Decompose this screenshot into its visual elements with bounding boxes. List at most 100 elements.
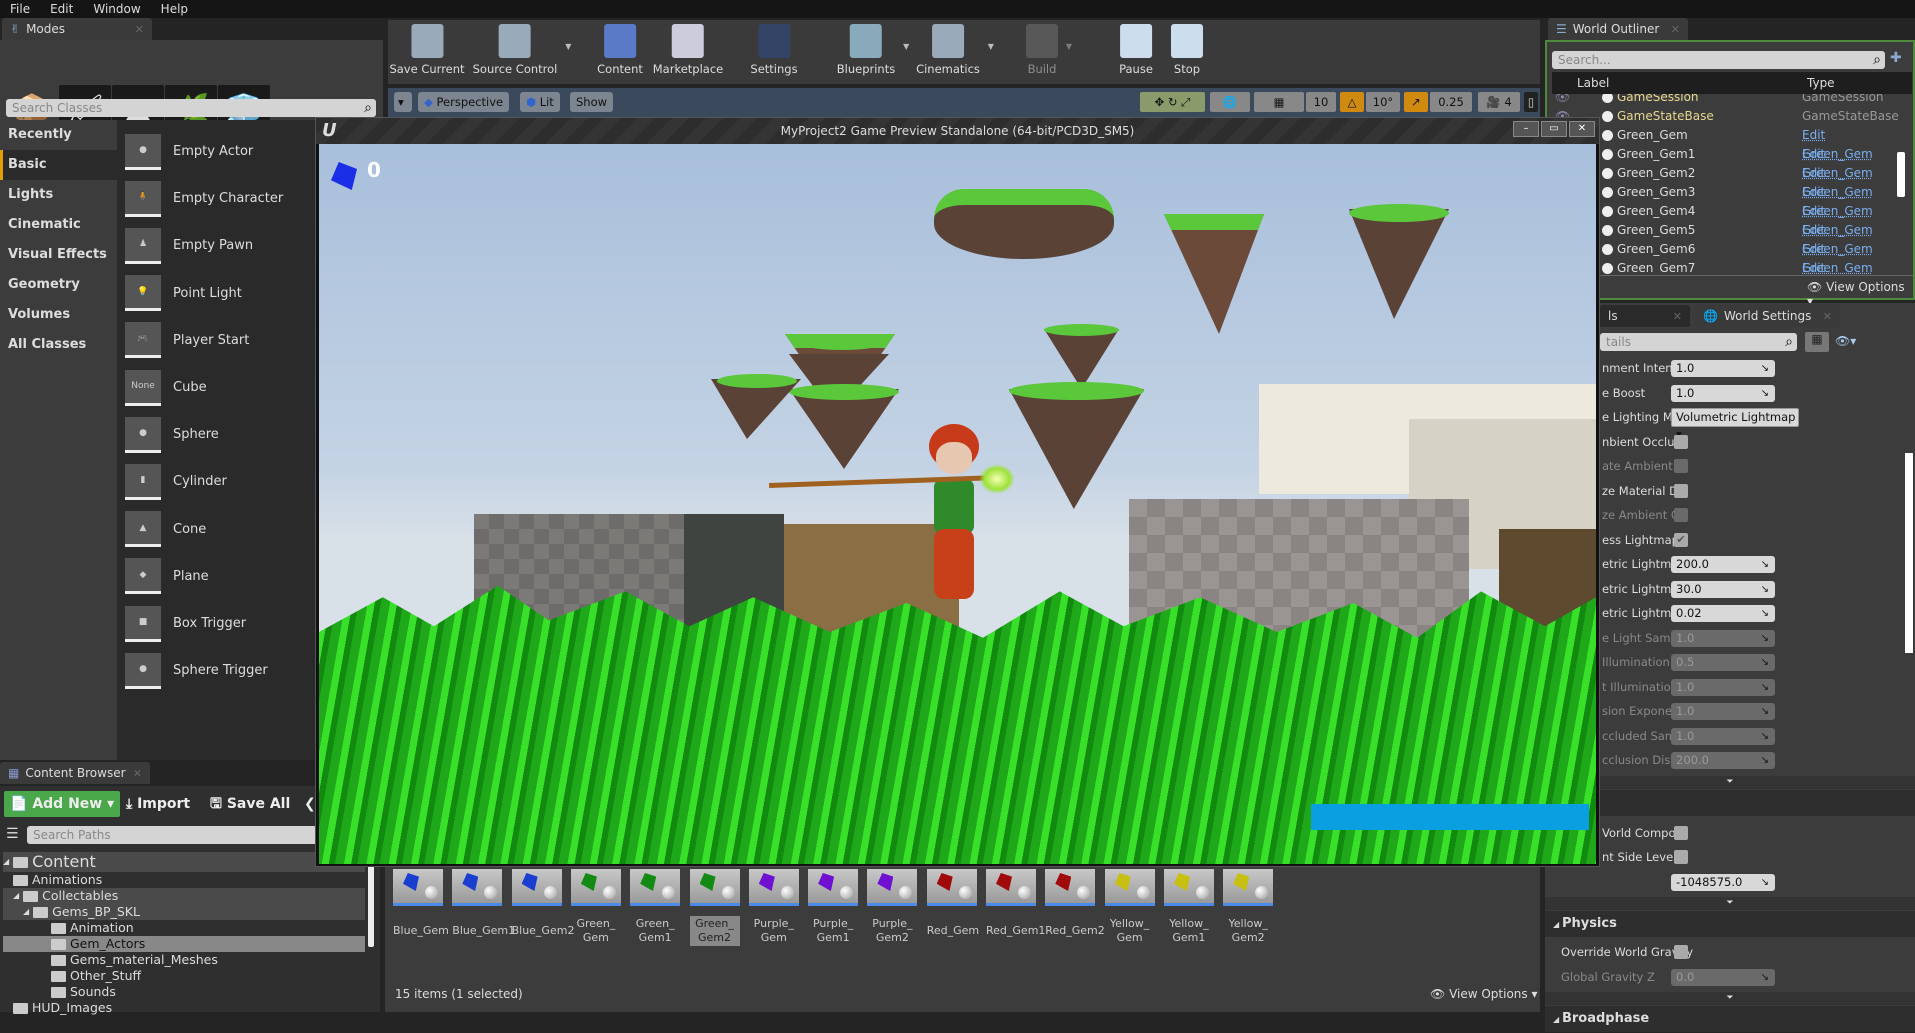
scrollbar[interactable] xyxy=(368,862,374,947)
save-current-button[interactable]: Save Current xyxy=(389,24,465,76)
section-header-broadphase[interactable]: ◢ Broadphase xyxy=(1545,1006,1915,1032)
close-icon[interactable]: ✕ xyxy=(135,23,144,36)
world-local-icon[interactable]: 🌐 xyxy=(1210,92,1250,112)
type-column-header[interactable]: Type xyxy=(1807,76,1835,90)
place-item-cube[interactable]: None Cube xyxy=(125,364,207,411)
folder-animations[interactable]: Animations xyxy=(3,872,365,888)
expand-advanced-icon[interactable]: ⏷ xyxy=(1545,897,1915,910)
folder-collectables[interactable]: ◢ Collectables xyxy=(3,888,365,904)
number-field[interactable]: 1.0 xyxy=(1671,629,1775,647)
tab-details[interactable]: ls ✕ xyxy=(1600,305,1690,327)
window-titlebar[interactable]: U MyProject2 Game Preview Standalone (64… xyxy=(316,118,1599,144)
game-preview-window[interactable]: U MyProject2 Game Preview Standalone (64… xyxy=(315,117,1600,867)
outliner-search-input[interactable]: Search... ⌕ xyxy=(1552,51,1885,69)
folder-sounds[interactable]: Sounds xyxy=(3,984,365,1000)
asset-tile[interactable]: Green_ Gem1 xyxy=(630,869,681,946)
checkbox[interactable] xyxy=(1674,459,1688,473)
dropdown-arrow-icon[interactable]: ▼ xyxy=(988,42,994,51)
asset-tile[interactable]: Yellow_ Gem2 xyxy=(1223,869,1274,946)
place-item-empty-pawn[interactable]: ♟ Empty Pawn xyxy=(125,222,253,269)
source-control-button[interactable]: Source Control ▼ xyxy=(473,24,571,76)
view-options-button[interactable]: 👁 View Options ▾ xyxy=(1430,987,1538,1001)
menu-help[interactable]: Help xyxy=(151,0,198,18)
checkbox[interactable]: ✔ xyxy=(1674,532,1688,547)
viewport-options-dropdown[interactable]: ▾ xyxy=(394,92,412,112)
add-folder-icon[interactable]: ✚ xyxy=(1890,50,1902,66)
rotation-snap-value[interactable]: 10° xyxy=(1366,92,1400,112)
expand-advanced-icon[interactable]: ⏷ xyxy=(1545,992,1915,1005)
menu-edit[interactable]: Edit xyxy=(40,0,83,18)
folder-gem_actors[interactable]: Gem_Actors xyxy=(3,936,365,952)
asset-tile[interactable]: Red_Gem xyxy=(926,869,979,945)
lit-button[interactable]: ⬢ Lit xyxy=(520,92,560,112)
number-field[interactable]: 1.0 xyxy=(1671,678,1775,696)
number-field[interactable]: 0.5 xyxy=(1671,654,1775,671)
folder-hud_images[interactable]: HUD_Images xyxy=(3,1000,365,1016)
place-item-cone[interactable]: ▲ Cone xyxy=(125,506,206,553)
scrollbar[interactable] xyxy=(1897,152,1905,197)
actor-type[interactable]: GameSession xyxy=(1802,94,1884,107)
lighting-method-dropdown[interactable]: Volumetric Lightmap ▾ xyxy=(1671,408,1799,441)
build-button[interactable]: Build ▼ xyxy=(1026,24,1072,76)
content-button[interactable]: Content xyxy=(597,24,643,76)
number-field[interactable]: 1.0 xyxy=(1671,360,1775,377)
number-field[interactable]: 1.0 xyxy=(1671,703,1775,720)
place-item-sphere[interactable]: ● Sphere xyxy=(125,411,219,458)
category-all-classes[interactable]: All Classes xyxy=(0,330,117,360)
save-all-button[interactable]: 🖫 Save All xyxy=(204,791,296,817)
asset-tile[interactable]: Purple_ Gem xyxy=(748,869,799,946)
collapse-sources-icon[interactable]: ☰ xyxy=(6,826,19,842)
place-item-cylinder[interactable]: ▮ Cylinder xyxy=(125,458,227,505)
section-header-world[interactable] xyxy=(1545,789,1915,816)
tab-world-settings[interactable]: 🌐 World Settings ✕ xyxy=(1695,305,1840,327)
folder-gems_material_meshes[interactable]: Gems_material_Meshes xyxy=(3,952,365,968)
number-field[interactable]: -1048575.0 xyxy=(1671,873,1775,891)
place-item-plane[interactable]: ◆ Plane xyxy=(125,553,209,600)
place-item-box-trigger[interactable]: ■ Box Trigger xyxy=(125,600,246,647)
add-new-button[interactable]: 📄 Add New ▾ xyxy=(4,791,121,817)
close-icon[interactable]: ✕ xyxy=(1823,310,1832,323)
property-matrix-icon[interactable]: ▦ xyxy=(1805,332,1829,352)
checkbox[interactable] xyxy=(1674,825,1688,840)
maximize-button[interactable]: ▭ xyxy=(1541,121,1567,137)
expand-advanced-icon[interactable]: ⏷ xyxy=(1545,775,1915,789)
close-window-button[interactable]: ✕ xyxy=(1569,121,1595,137)
tab-modes[interactable]: ✌ Modes ✕ xyxy=(2,18,152,40)
asset-tile[interactable]: Blue_Gem2 xyxy=(511,869,574,945)
details-search-input[interactable]: tails ⌕ xyxy=(1600,333,1797,351)
folder-gems_bp_skl[interactable]: ◢ Gems_BP_SKL xyxy=(3,904,365,920)
number-field[interactable]: 200.0 xyxy=(1671,752,1775,769)
asset-tile[interactable]: Red_Gem1 xyxy=(986,869,1045,945)
checkbox[interactable] xyxy=(1674,850,1688,864)
asset-tile[interactable]: Blue_Gem1 xyxy=(452,869,515,945)
dropdown-arrow-icon[interactable]: ▼ xyxy=(903,42,909,51)
settings-button[interactable]: Settings xyxy=(750,24,798,76)
section-header-physics[interactable]: ◢ Physics xyxy=(1545,911,1915,937)
actor-type[interactable]: Edit Green_Gem xyxy=(1802,259,1887,274)
rotation-snap-icon[interactable]: △ xyxy=(1340,92,1364,112)
close-icon[interactable]: ✕ xyxy=(1673,310,1682,323)
asset-tile[interactable]: Yellow_ Gem xyxy=(1104,869,1155,946)
category-basic[interactable]: Basic xyxy=(0,150,117,180)
category-geometry[interactable]: Geometry xyxy=(0,270,117,300)
search-paths-input[interactable]: Search Paths xyxy=(27,826,317,844)
asset-tile[interactable]: Red_Gem2 xyxy=(1045,869,1105,945)
menu-file[interactable]: File xyxy=(0,0,40,18)
visibility-filter-icon[interactable]: 👁▾ xyxy=(1835,334,1856,348)
number-field[interactable]: 1.0 xyxy=(1671,727,1775,745)
category-cinematic[interactable]: Cinematic xyxy=(0,210,117,240)
place-item-sphere-trigger[interactable]: ● Sphere Trigger xyxy=(125,647,268,694)
search-classes-input[interactable]: Search Classes ⌕ xyxy=(6,99,376,117)
camera-speed[interactable]: 🎥 4 xyxy=(1478,92,1520,112)
place-item-player-start[interactable]: 🎮 Player Start xyxy=(125,317,249,364)
place-item-point-light[interactable]: 💡 Point Light xyxy=(125,270,242,317)
folder-content[interactable]: ◢ Content xyxy=(3,852,365,872)
category-lights[interactable]: Lights xyxy=(0,180,117,210)
scale-snap-value[interactable]: 0.25 xyxy=(1430,92,1472,112)
label-column-header[interactable]: Label xyxy=(1577,76,1609,90)
cinematics-button[interactable]: Cinematics ▼ xyxy=(916,24,994,76)
stop-button[interactable]: Stop xyxy=(1171,24,1203,76)
checkbox[interactable] xyxy=(1674,483,1688,498)
category-volumes[interactable]: Volumes xyxy=(0,300,117,330)
folder-other_stuff[interactable]: Other_Stuff xyxy=(3,968,365,984)
